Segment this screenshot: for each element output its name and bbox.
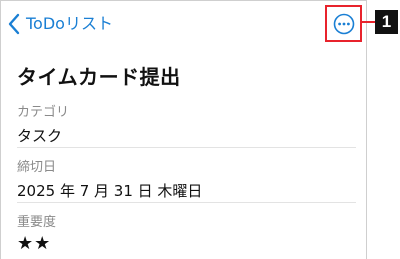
callout-connector xyxy=(361,21,375,23)
ellipsis-circle-icon xyxy=(333,13,354,34)
task-title: タイムカード提出 xyxy=(17,65,181,89)
importance-label: 重要度 xyxy=(17,215,57,230)
importance-stars: ★★ xyxy=(17,233,52,254)
due-date-value: 2025 年 7 月 31 日 木曜日 xyxy=(17,182,203,200)
category-label: カテゴリ xyxy=(17,105,70,120)
callout-badge: 1 xyxy=(375,10,398,34)
back-button[interactable]: ToDoリスト xyxy=(7,11,113,37)
category-value: タスク xyxy=(17,127,63,145)
divider xyxy=(17,202,356,203)
category-field: カテゴリ タスク xyxy=(17,105,357,146)
screenshot-stage: ToDoリスト タイムカード提出 カテゴリ タスク 締切日 2025 年 7 月… xyxy=(0,0,400,259)
divider xyxy=(17,147,356,148)
back-button-label: ToDoリスト xyxy=(26,14,113,33)
more-options-button[interactable] xyxy=(325,5,362,42)
importance-field: 重要度 ★★ xyxy=(17,215,357,254)
due-date-field: 締切日 2025 年 7 月 31 日 木曜日 xyxy=(17,160,357,201)
navigation-bar: ToDoリスト xyxy=(1,1,366,47)
chevron-left-icon xyxy=(8,13,20,35)
todo-detail-screen: ToDoリスト タイムカード提出 カテゴリ タスク 締切日 2025 年 7 月… xyxy=(0,0,367,259)
due-date-label: 締切日 xyxy=(17,160,57,175)
